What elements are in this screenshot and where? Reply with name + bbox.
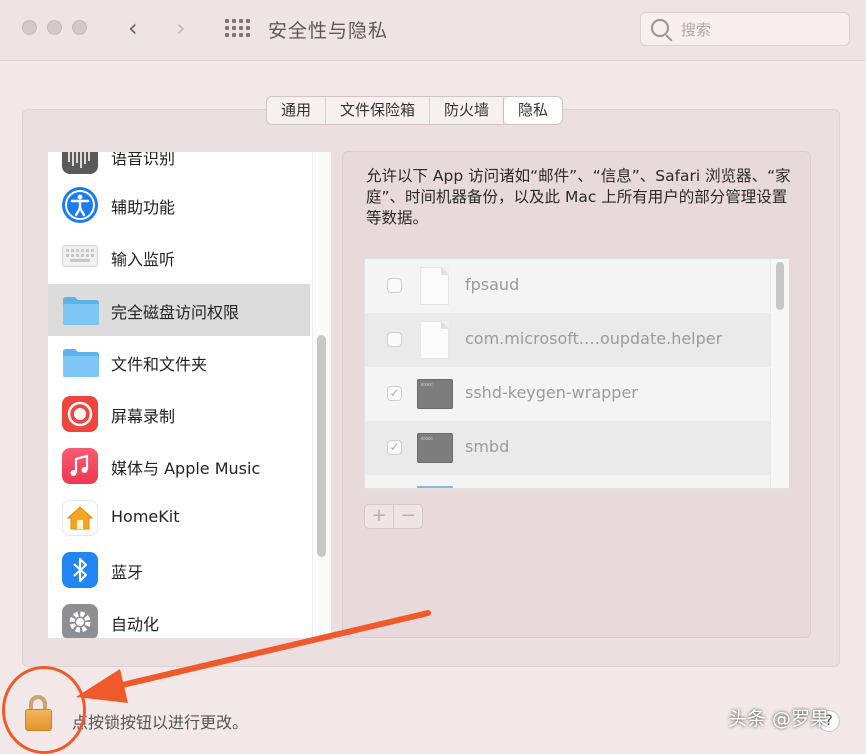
watermark-text: 头条 @罗果 [728, 708, 830, 730]
tab-filevault[interactable]: 文件保险箱 [326, 97, 431, 124]
tab-general[interactable]: 通用 [267, 97, 327, 124]
tab-privacy[interactable]: 隐私 [504, 97, 563, 124]
tab-bar: 通用 文件保险箱 防火墙 隐私 [266, 96, 564, 125]
tab-firewall[interactable]: 防火墙 [430, 97, 505, 124]
